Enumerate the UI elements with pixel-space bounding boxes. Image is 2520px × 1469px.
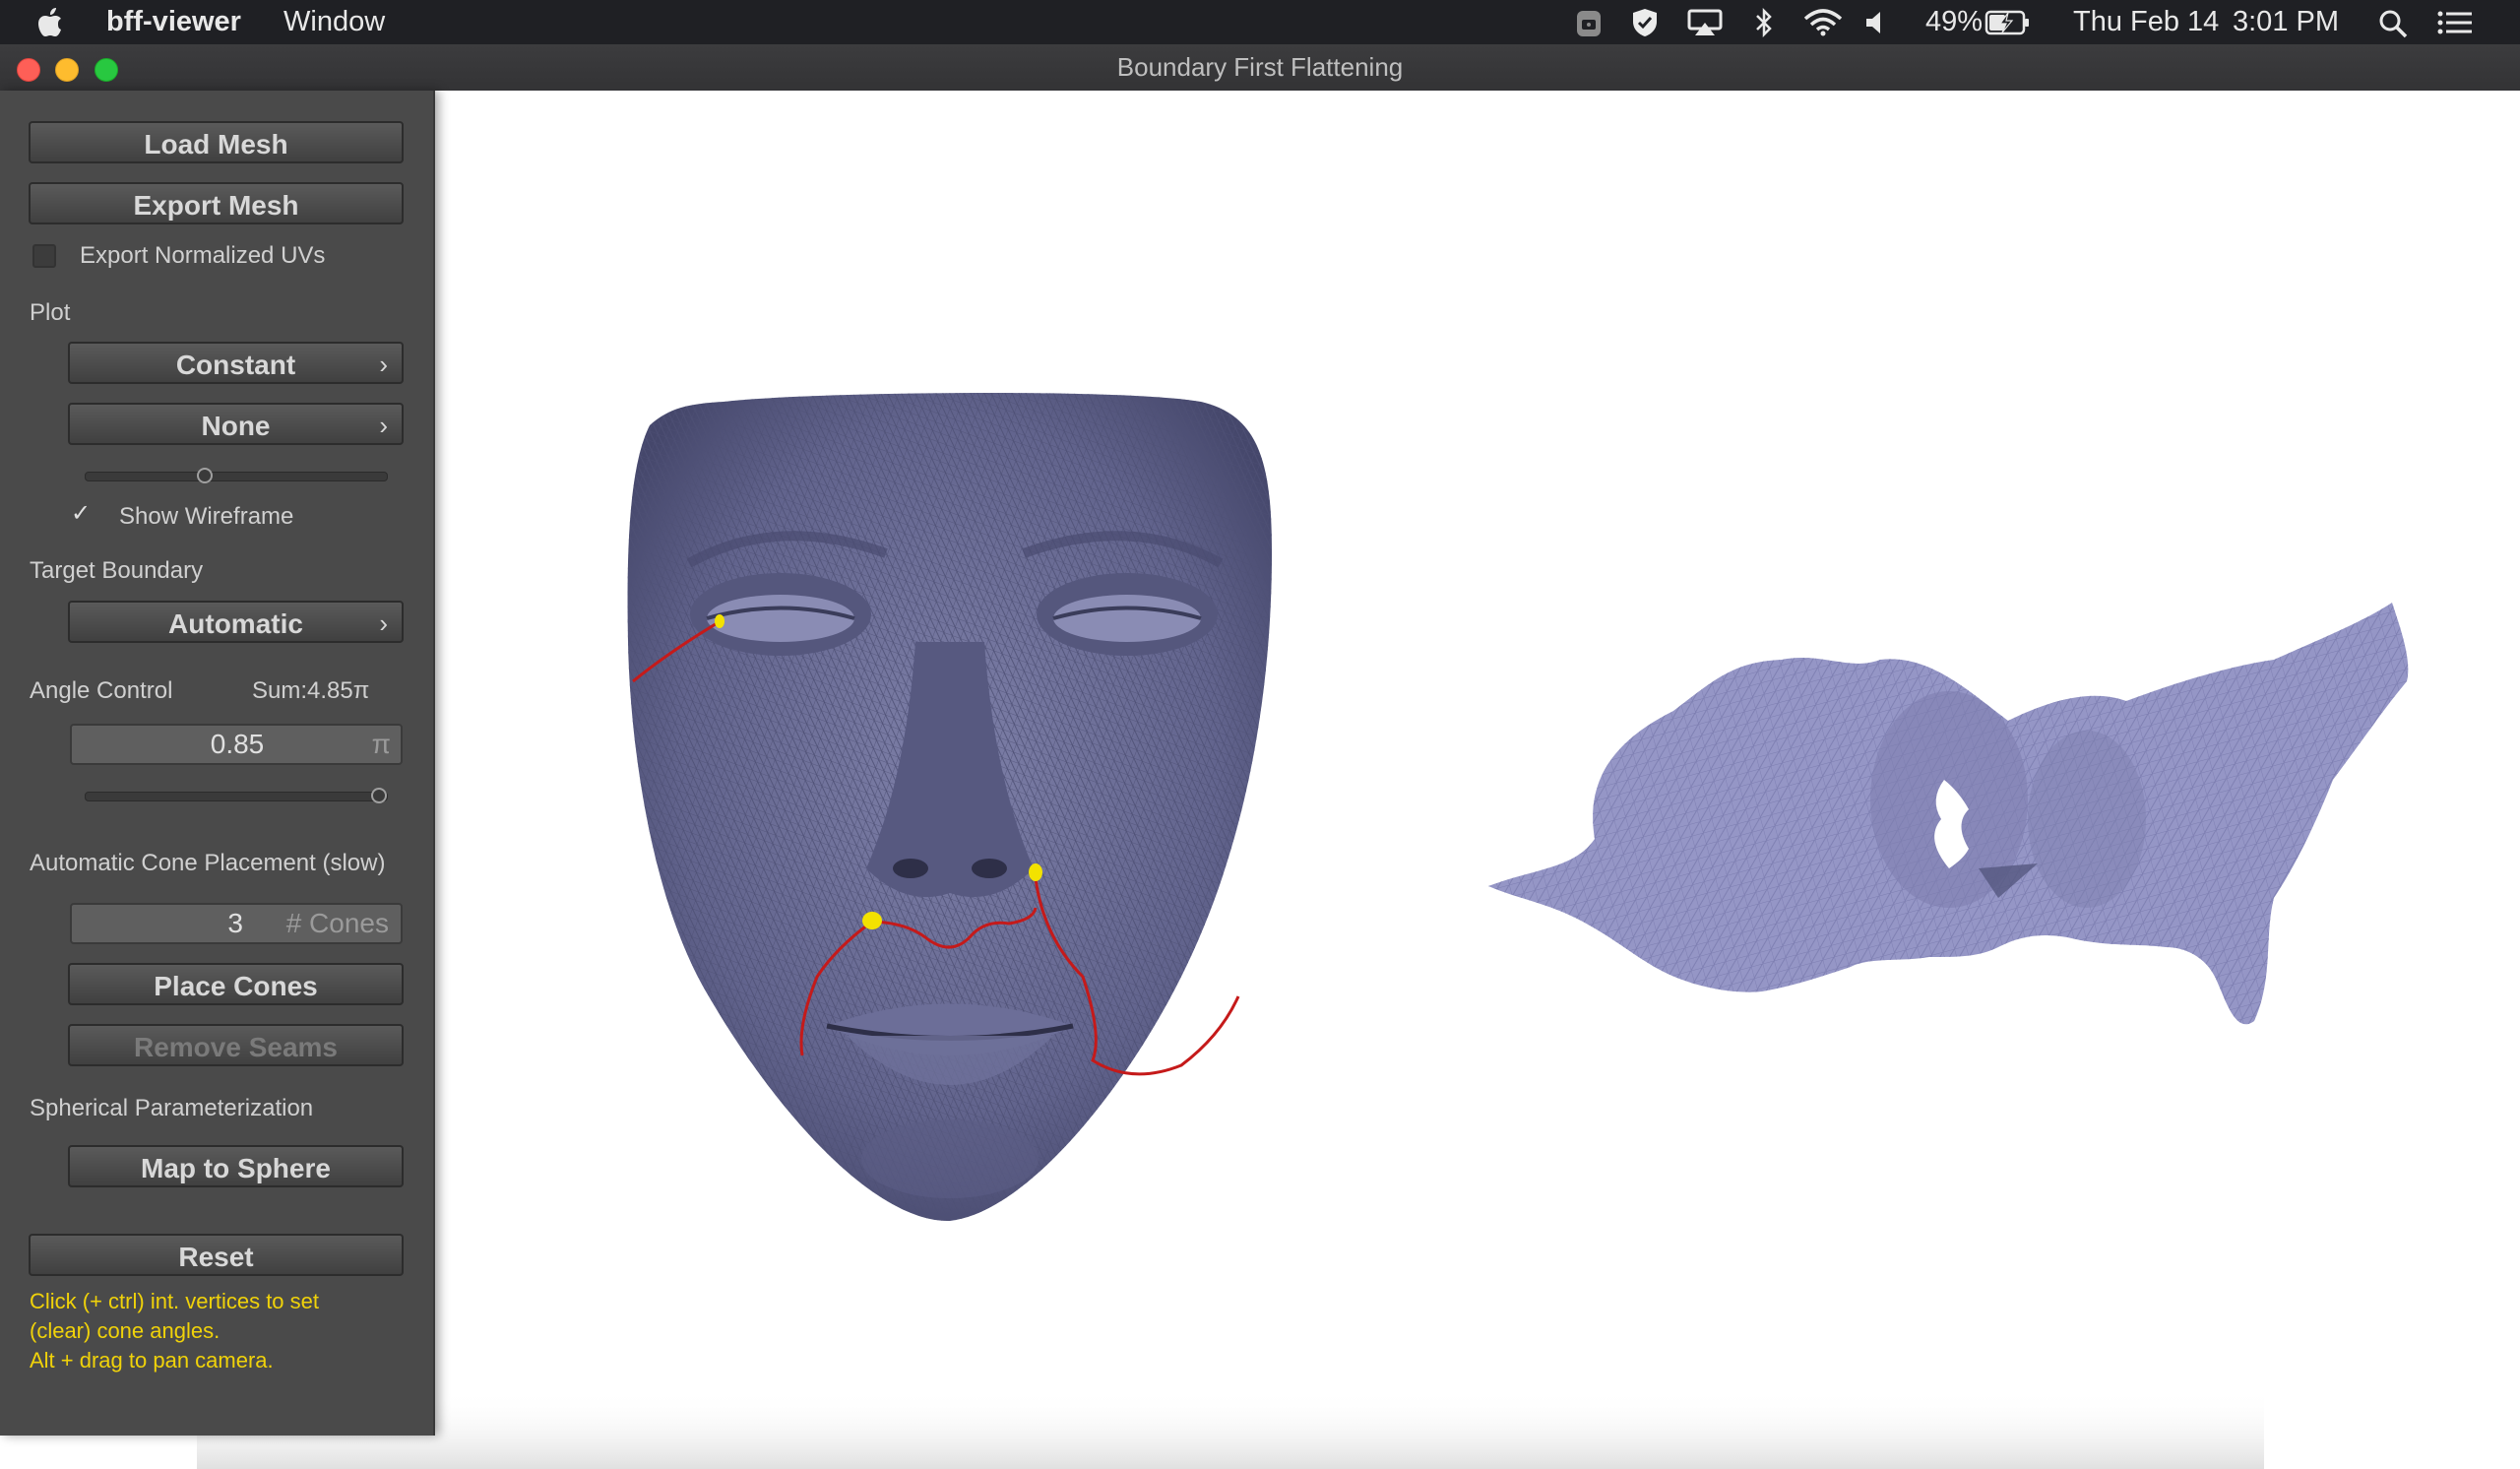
show-wireframe-checkbox[interactable]: ✓: [71, 502, 91, 526]
pattern-value: None: [201, 411, 271, 441]
place-cones-button[interactable]: Place Cones: [68, 963, 404, 1005]
menu-bar: bff-viewer Window 49% Thu Feb 14 3:01 PM: [0, 0, 2520, 44]
menubar-date[interactable]: Thu Feb 14: [2073, 0, 2219, 44]
chevron-right-icon: ›: [379, 350, 388, 379]
menubar-time[interactable]: 3:01 PM: [2233, 0, 2339, 44]
plot-heading: Plot: [30, 299, 71, 326]
window-title: Boundary First Flattening: [1116, 52, 1404, 82]
export-normalized-uvs-label: Export Normalized UVs: [80, 242, 326, 269]
chevron-right-icon: ›: [379, 411, 388, 440]
pattern-scale-slider[interactable]: [85, 472, 388, 481]
target-boundary-value: Automatic: [168, 608, 303, 639]
show-wireframe-label: Show Wireframe: [119, 503, 294, 530]
hint-line-1: Click (+ ctrl) int. vertices to set: [30, 1289, 320, 1313]
hint-line-2: (clear) cone angles.: [30, 1318, 220, 1343]
cone-count-placeholder: # Cones: [285, 908, 389, 938]
color-mode-value: Constant: [175, 350, 296, 380]
map-to-sphere-button[interactable]: Map to Sphere: [68, 1145, 404, 1187]
control-panel: Load Mesh Export Mesh Export Normalized …: [0, 91, 435, 1436]
angle-slider[interactable]: [85, 792, 388, 801]
angle-unit: π: [371, 729, 391, 759]
remove-seams-button[interactable]: Remove Seams: [68, 1024, 404, 1066]
cone-count-value: 3: [227, 908, 243, 938]
flattened-mesh[interactable]: [1488, 603, 2409, 1025]
spherical-heading: Spherical Parameterization: [30, 1095, 314, 1121]
angle-value-field[interactable]: 0.85 π: [70, 724, 403, 765]
angle-slider-knob[interactable]: [371, 788, 387, 803]
app-menu[interactable]: bff-viewer: [106, 0, 241, 44]
window-menu[interactable]: Window: [284, 0, 385, 44]
angle-value: 0.85: [210, 729, 265, 759]
chevron-right-icon: ›: [379, 608, 388, 638]
export-normalized-uvs-checkbox[interactable]: [32, 244, 56, 268]
angle-control-heading: Angle Control: [30, 677, 173, 704]
reset-button[interactable]: Reset: [29, 1234, 404, 1276]
cone-placement-heading: Automatic Cone Placement (slow): [30, 850, 386, 876]
target-boundary-heading: Target Boundary: [30, 557, 204, 584]
pattern-dropdown[interactable]: None ›: [68, 403, 404, 445]
load-mesh-button[interactable]: Load Mesh: [29, 121, 404, 163]
target-boundary-dropdown[interactable]: Automatic ›: [68, 601, 404, 643]
cone-count-field[interactable]: 3 # Cones: [70, 903, 403, 944]
hint-line-3: Alt + drag to pan camera.: [30, 1348, 274, 1373]
pattern-scale-slider-knob[interactable]: [197, 468, 213, 483]
battery-percent: 49%: [1925, 6, 1984, 37]
export-mesh-button[interactable]: Export Mesh: [29, 182, 404, 224]
face-mesh[interactable]: [627, 392, 1272, 1222]
window-title-bar[interactable]: Boundary First Flattening: [0, 44, 2520, 92]
color-mode-dropdown[interactable]: Constant ›: [68, 342, 404, 384]
angle-sum-label: Sum:4.85π: [252, 677, 370, 704]
